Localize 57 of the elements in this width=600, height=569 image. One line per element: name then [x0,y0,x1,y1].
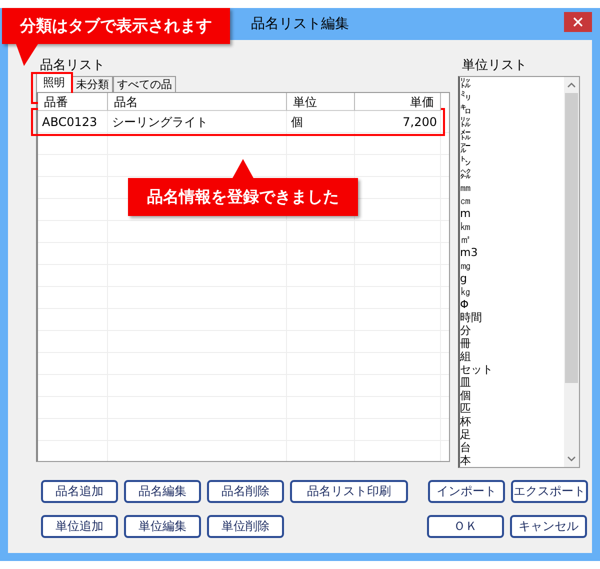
unit-item[interactable]: 分 [460,324,564,337]
category-tab[interactable]: すべての品 [113,76,176,92]
unit-item[interactable]: ㌔ [460,103,564,116]
unit-item[interactable]: 足 [460,428,564,441]
table-cell-text: ABC0123 [41,114,98,131]
category-tab[interactable]: 照明 [36,73,72,92]
unit-item[interactable]: ㎏ [460,285,564,298]
column-header[interactable]: 品名 [108,93,287,111]
unit-item[interactable]: 個 [460,389,564,402]
unit-item[interactable]: 匹 [460,402,564,415]
unit-item[interactable]: ㌃ [460,142,564,155]
unit-item[interactable]: ㎞ [460,220,564,233]
unit-item[interactable]: 台 [460,441,564,454]
column-header[interactable]: 単価 [355,93,441,111]
item-list-label: 品名リスト [39,58,106,74]
unit-item[interactable]: ㎝ [460,194,564,207]
action-button[interactable]: 単位追加 [41,515,118,538]
window-title: 品名リスト編集 [251,15,349,33]
action-button[interactable]: ＯＫ [427,515,504,538]
unit-item[interactable]: 杯 [460,415,564,428]
unit-item[interactable]: ㍉ [460,90,564,103]
unit-item[interactable]: ㎎ [460,259,564,272]
action-button[interactable]: 単位削除 [207,515,284,538]
unit-item[interactable]: m [460,207,564,220]
unit-item[interactable]: 時間 [460,311,564,324]
unit-item[interactable]: 冊 [460,337,564,350]
unit-item[interactable]: 組 [460,350,564,363]
table-cell-text: 個 [290,114,304,131]
column-header[interactable]: 単位 [287,93,355,111]
unit-item[interactable]: 皿 [460,376,564,389]
action-button[interactable]: 品名リスト印刷 [290,480,408,503]
action-button[interactable]: 品名追加 [41,480,118,503]
action-button[interactable]: 品名削除 [207,480,284,503]
table-cell-text: シーリングライト [111,114,209,131]
unit-item[interactable]: ㎡ [460,233,564,246]
unit-list-label: 単位リスト [461,58,528,74]
unit-item[interactable]: セット [460,363,564,376]
action-button[interactable]: キャンセル [510,515,587,538]
unit-item[interactable]: ㍍ [460,129,564,142]
callout-text: 分類はタブで表示されます [20,16,212,36]
unit-item[interactable]: ㍑ [460,116,564,129]
callout-text: 品名情報を登録できました [147,186,339,208]
unit-item[interactable]: ㌶ [460,168,564,181]
action-button[interactable]: 単位編集 [124,515,201,538]
category-tab[interactable]: 未分類 [72,76,113,92]
unit-item[interactable]: ㌧ [460,155,564,168]
action-button[interactable]: エクスポート [511,480,588,503]
column-header[interactable]: 品番 [38,93,108,111]
unit-item[interactable]: ㎜ [460,181,564,194]
action-button[interactable]: インポート [428,480,505,503]
action-button[interactable]: 品名編集 [124,480,201,503]
unit-item[interactable]: g [460,272,564,285]
unit-item[interactable]: m3 [460,246,564,259]
table-cell-text: 7,200 [402,114,438,131]
unit-item[interactable]: Φ [460,298,564,311]
unit-item[interactable]: 本 [460,454,564,467]
unit-item[interactable]: ㍑ [460,77,564,90]
